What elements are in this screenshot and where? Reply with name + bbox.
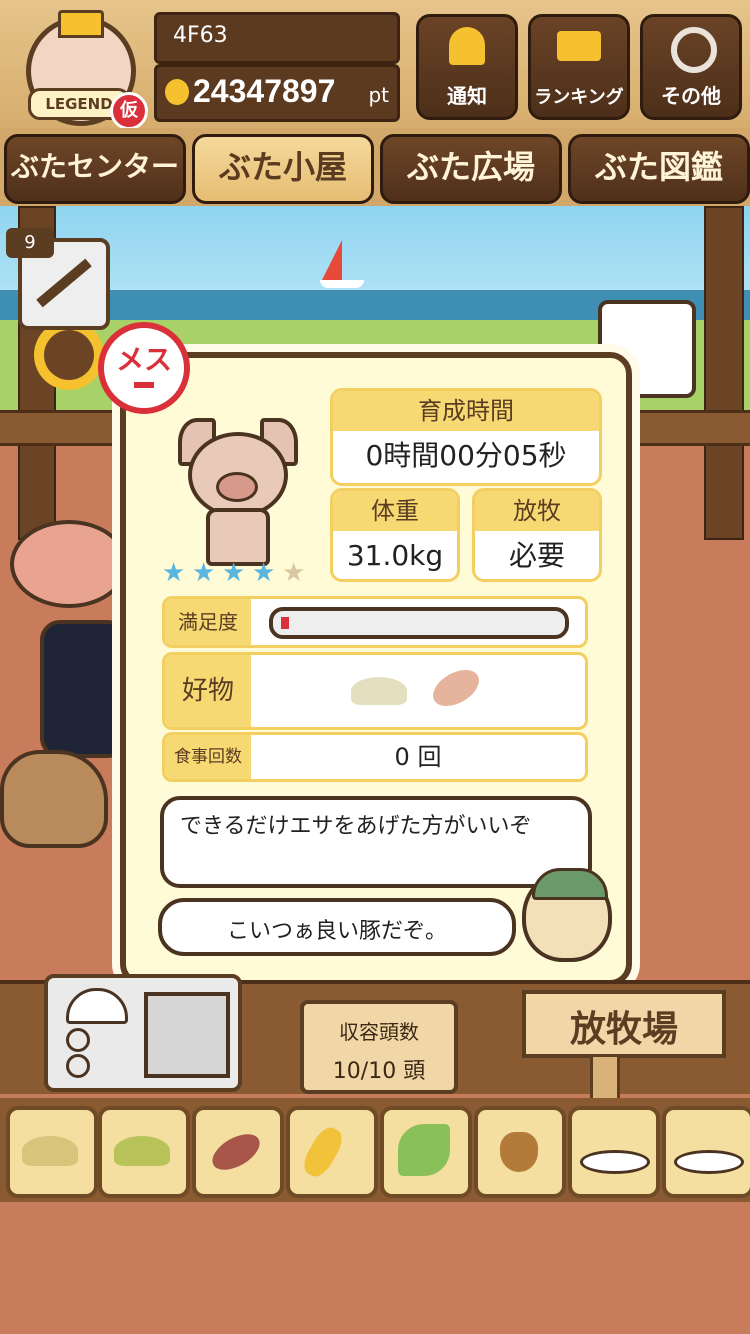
farmer-cap-icon [532,868,608,900]
satisfaction-row: 満足度 [162,596,588,648]
growth-time-value: 0時間00分05秒 [365,439,567,472]
female-symbol-icon [134,382,154,388]
points-value: 24347897 [193,73,336,109]
truffle-plate-icon [674,1150,744,1174]
control-panel[interactable] [44,974,242,1092]
capacity-value: 10/10 頭 [332,1059,426,1084]
crown-icon [58,10,104,38]
star-filled-icon: ★ [252,558,276,588]
ranking-label: ランキング [534,87,624,108]
meals-row: 食事回数 0 回 [162,732,588,782]
grain-icon [22,1136,78,1166]
tab-pig-center[interactable]: ぶたセンター [4,134,186,204]
other-label: その他 [661,84,721,108]
green-beans-icon [398,1124,450,1176]
advice-text: できるだけエサをあげた方がいいぞ [180,814,532,839]
speech-bubble-advice: できるだけエサをあげた方がいいぞ [160,796,592,888]
mixed-grain-icon [114,1136,170,1166]
decorative-drum [40,620,128,758]
tab-pig-encyclopedia[interactable]: ぶた図鑑 [568,134,750,204]
food-slot-corn[interactable] [286,1106,378,1198]
corn-icon [298,1122,348,1182]
weight-box: 体重 31.0kg [330,488,460,582]
item-count: 9 [6,228,54,258]
growth-time-box: 育成時間 0時間00分05秒 [330,388,602,486]
growth-time-label: 育成時間 [333,391,599,431]
weight-label: 体重 [333,491,457,531]
sailboat-icon [322,240,342,280]
star-filled-icon: ★ [162,558,186,588]
sweet-potato-icon [426,662,486,714]
grazing-box: 放牧 必要 [472,488,602,582]
pasture-sign-label: 放牧場 [569,1009,678,1050]
female-badge: メス [98,322,190,414]
points-unit: pt [368,83,389,107]
meals-value: 0 回 [394,743,442,771]
food-slot-grain[interactable] [6,1106,98,1198]
favorite-label: 好物 [165,655,251,727]
dial-icon [66,1028,90,1052]
notify-button[interactable]: 通知 [416,14,518,120]
bell-icon [449,27,485,65]
rating-stars: ★ ★ ★ ★ ★ [162,558,322,590]
satisfaction-fill [281,617,289,629]
pig-snout [216,472,258,502]
favorite-row: 好物 [162,652,588,730]
speech-bubble-comment: こいつぁ良い豚だぞ。 [158,898,516,956]
food-slot-sweet-potato[interactable] [192,1106,284,1198]
fan-icon [144,992,230,1078]
sunflower-icon [44,330,94,380]
star-filled-icon: ★ [222,558,246,588]
satisfaction-label: 満足度 [165,599,251,645]
player-id-plank: 4F63 [154,12,400,64]
gauge-icon [66,988,128,1024]
weight-value: 31.0kg [346,539,444,572]
capacity-label: 収容頭数 [339,1020,419,1044]
farmer-avatar-icon [522,868,612,962]
sailboat-hull [320,280,364,288]
capacity-sign: 収容頭数 10/10 頭 [300,1000,458,1094]
sweet-potato-icon [206,1126,266,1178]
food-slot-bean-plate[interactable] [568,1106,660,1198]
crown-icon [557,31,601,61]
tab-pig-house[interactable]: ぶた小屋 [192,134,374,204]
female-label: メス [115,343,172,376]
wild-boar [0,750,108,848]
syringe-icon [36,258,92,308]
comment-text: こいつぁ良い豚だぞ。 [226,919,447,944]
food-slot-green-beans[interactable] [380,1106,472,1198]
dial-icon [66,1054,90,1078]
ranking-button[interactable]: ランキング [528,14,630,120]
grazing-label: 放牧 [475,491,599,531]
other-button[interactable]: その他 [640,14,742,120]
star-empty-icon: ★ [282,558,306,588]
food-slot-acorn[interactable] [474,1106,566,1198]
meals-label: 食事回数 [165,735,251,779]
gear-icon [671,27,717,73]
grain-icon [351,677,407,705]
fence-post-right [704,206,744,540]
star-filled-icon: ★ [192,558,216,588]
provisional-tag: 仮 [110,92,148,130]
grazing-value: 必要 [508,539,565,572]
player-id: 4F63 [173,23,228,48]
points-plank: 24347897 pt [154,64,400,122]
tab-pig-plaza[interactable]: ぶた広場 [380,134,562,204]
food-slot-truffle-plate[interactable] [662,1106,750,1198]
acorn-icon [500,1132,538,1172]
bean-plate-icon [580,1150,650,1174]
feed-bucket [10,520,128,608]
notify-label: 通知 [447,84,487,108]
food-slot-mixed-grain[interactable] [98,1106,190,1198]
pig-portrait [174,412,298,566]
coin-icon [165,79,189,105]
legend-badge[interactable]: LEGEND 仮 [18,10,148,130]
pasture-sign[interactable]: 放牧場 [522,990,726,1058]
satisfaction-bar [269,607,569,639]
